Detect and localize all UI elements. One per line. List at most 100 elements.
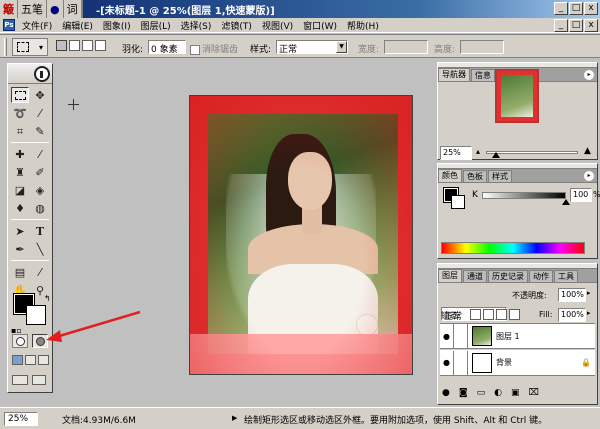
eye-icon[interactable]: ●: [440, 324, 454, 348]
clone-stamp-tool[interactable]: ♜: [11, 164, 29, 180]
ime-logo-icon[interactable]: 簸: [0, 0, 18, 18]
layer-link-cell[interactable]: [454, 350, 468, 375]
status-zoom-input[interactable]: 25%: [4, 412, 38, 426]
antialias-check-box[interactable]: [190, 44, 200, 55]
doc-restore-button[interactable]: □: [569, 19, 583, 32]
document-canvas[interactable]: [189, 95, 413, 375]
photoshop-logo-icon[interactable]: [34, 66, 50, 82]
k-slider-track[interactable]: [482, 192, 566, 199]
menu-window[interactable]: 窗口(W): [298, 19, 342, 32]
menu-file[interactable]: 文件(F): [17, 19, 57, 32]
imageready-icon[interactable]: [32, 375, 46, 385]
layer-style-icon[interactable]: ●: [442, 388, 450, 398]
ime-word-button[interactable]: 词: [64, 0, 82, 18]
tab-color[interactable]: 颜色: [438, 169, 462, 182]
lock-all-button[interactable]: [509, 309, 520, 320]
ime-toolbar[interactable]: 簸 五笔 ● 词: [0, 0, 83, 18]
fill-arrow-icon[interactable]: ▸: [587, 309, 591, 317]
width-input[interactable]: [384, 40, 428, 54]
subtract-selection-button[interactable]: [82, 40, 93, 51]
menu-select[interactable]: 选择(S): [176, 19, 217, 32]
k-value-input[interactable]: 100: [570, 188, 592, 202]
doc-minimize-button[interactable]: _: [554, 19, 568, 32]
panel-menu-icon[interactable]: ▸: [584, 70, 594, 80]
trash-icon[interactable]: ⌧: [528, 388, 538, 398]
menu-image[interactable]: 图象(I): [98, 19, 136, 32]
brush-tool[interactable]: ⁄: [31, 146, 49, 162]
layer-link-cell[interactable]: [454, 324, 468, 348]
jump-to-imageready-button[interactable]: [12, 375, 28, 385]
pen-tool[interactable]: ✒: [11, 241, 29, 257]
dodge-tool[interactable]: ◍: [31, 200, 49, 216]
minimize-button[interactable]: _: [554, 2, 568, 15]
tab-tools[interactable]: 工具: [554, 270, 578, 282]
feather-input[interactable]: 0 象素: [148, 40, 186, 54]
options-grip[interactable]: [4, 38, 7, 56]
color-ramp[interactable]: [441, 242, 585, 254]
app-menu-icon[interactable]: Ps: [3, 19, 15, 31]
notes-tool[interactable]: ▤: [11, 264, 29, 280]
navigator-zoom-input[interactable]: 25%: [440, 146, 472, 160]
tab-layers[interactable]: 图层: [438, 269, 462, 282]
ime-punct-button[interactable]: ●: [47, 0, 64, 18]
zoom-out-icon[interactable]: ▴: [476, 147, 480, 156]
menu-help[interactable]: 帮助(H): [342, 19, 384, 32]
style-select[interactable]: 正常 ▼: [276, 40, 348, 55]
lock-image-button[interactable]: [483, 309, 494, 320]
standard-screen-button[interactable]: [12, 355, 23, 365]
height-input[interactable]: [460, 40, 504, 54]
new-selection-button[interactable]: [56, 40, 67, 51]
slider-handle[interactable]: [492, 152, 500, 158]
history-brush-tool[interactable]: ✐: [31, 164, 49, 180]
blur-tool[interactable]: ♦: [11, 200, 29, 216]
menu-filter[interactable]: 滤镜(T): [216, 19, 257, 32]
lock-position-button[interactable]: [496, 309, 507, 320]
path-selection-tool[interactable]: ➤: [11, 223, 29, 239]
lasso-tool[interactable]: ➰: [11, 105, 29, 121]
full-screen-button[interactable]: [38, 355, 49, 365]
marquee-tool[interactable]: [11, 87, 29, 103]
layer-name[interactable]: 背景: [496, 357, 581, 368]
layer-row[interactable]: ● 图层 1: [440, 323, 595, 349]
layer-mask-icon[interactable]: ◙: [459, 388, 468, 398]
toolbox-header[interactable]: [8, 64, 52, 84]
tab-history[interactable]: 历史记录: [488, 270, 528, 282]
menu-layer[interactable]: 图层(L): [136, 19, 176, 32]
antialias-checkbox[interactable]: 消除锯齿: [190, 42, 238, 55]
panel-menu-icon[interactable]: ▸: [584, 171, 594, 181]
opacity-arrow-icon[interactable]: ▸: [587, 289, 591, 297]
tab-channels[interactable]: 通道: [463, 270, 487, 282]
tool-preset-picker[interactable]: ▾: [12, 38, 48, 56]
maximize-button[interactable]: □: [569, 2, 583, 15]
crop-tool[interactable]: ⌗: [11, 123, 29, 139]
eyedropper-tool[interactable]: ⁄: [31, 264, 49, 280]
eye-icon[interactable]: ●: [440, 350, 454, 375]
navigator-thumbnail[interactable]: [495, 69, 539, 123]
color-bg-swatch[interactable]: [451, 195, 465, 209]
layer-row[interactable]: ● 背景 🔒: [440, 350, 595, 376]
document-size-info[interactable]: 文档:4.93M/6.6M: [62, 413, 136, 426]
tab-navigator[interactable]: 导航器: [438, 68, 470, 81]
menu-view[interactable]: 视图(V): [257, 19, 298, 32]
line-tool[interactable]: ╲: [31, 241, 49, 257]
fill-input[interactable]: 100%: [558, 308, 586, 322]
intersect-selection-button[interactable]: [95, 40, 106, 51]
slice-tool[interactable]: ✎: [31, 123, 49, 139]
healing-brush-tool[interactable]: ✚: [11, 146, 29, 162]
layer-name[interactable]: 图层 1: [496, 331, 520, 342]
paint-bucket-tool[interactable]: ◈: [31, 182, 49, 198]
move-tool[interactable]: ✥: [31, 87, 49, 103]
tab-info[interactable]: 信息: [471, 69, 495, 81]
adjustment-layer-icon[interactable]: ◐: [494, 388, 502, 398]
tab-swatches[interactable]: 色板: [463, 170, 487, 182]
layer-set-icon[interactable]: ▭: [477, 388, 486, 398]
opacity-input[interactable]: 100%: [558, 288, 586, 302]
magic-wand-tool[interactable]: ⁄: [31, 105, 49, 121]
eraser-tool[interactable]: ◪: [11, 182, 29, 198]
zoom-in-icon[interactable]: ▲: [584, 146, 591, 156]
menu-edit[interactable]: 编辑(E): [57, 19, 98, 32]
doc-close-button[interactable]: x: [584, 19, 598, 32]
standard-mode-button[interactable]: [12, 334, 28, 348]
full-screen-menu-button[interactable]: [25, 355, 36, 365]
close-button[interactable]: x: [584, 2, 598, 15]
